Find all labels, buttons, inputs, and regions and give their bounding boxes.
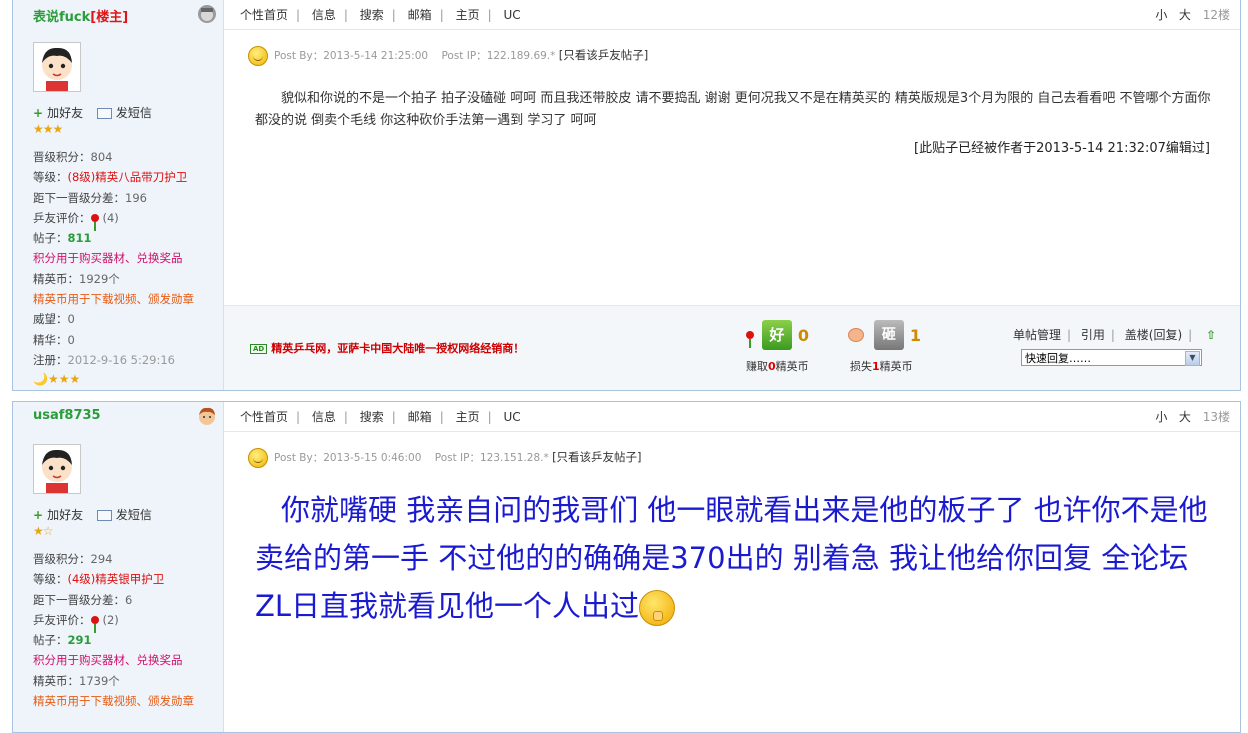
ad-link[interactable]: AD 精英乒乓网，亚萨卡中国大陆唯一授权网络经销商！ bbox=[250, 340, 524, 356]
coins-note-link[interactable]: 精英币用于下载视频、颁发勋章 bbox=[33, 691, 194, 711]
pig-icon bbox=[848, 328, 864, 342]
add-friend-icon: + bbox=[33, 106, 44, 120]
bad-vote: 砸1 损失1精英币 bbox=[848, 320, 921, 373]
font-small-button[interactable]: 小 bbox=[1155, 410, 1167, 424]
edited-note: [此贴子已经被作者于2013-5-14 21:32:07编辑过] bbox=[914, 141, 1210, 156]
post-content: 你就嘴硬 我亲自问的我哥们 他一眼就看出来是他的板子了 也许你不是他卖给的第一手… bbox=[255, 486, 1215, 630]
post-manage-link[interactable]: 单帖管理 bbox=[1013, 328, 1061, 342]
good-button[interactable]: 好 bbox=[761, 320, 792, 350]
nav-home[interactable]: 主页 bbox=[456, 8, 480, 22]
post-meta: Post By：2013-5-14 21:25:00 Post IP：122.1… bbox=[248, 46, 648, 66]
rank-stars: ★☆ bbox=[33, 524, 53, 538]
rose-icon bbox=[746, 331, 754, 348]
post-meta: Post By：2013-5-15 0:46:00 Post IP：123.15… bbox=[248, 448, 642, 468]
floor-number: 12楼 bbox=[1202, 8, 1230, 22]
good-count: 0 bbox=[797, 325, 809, 345]
user-face-icon bbox=[199, 407, 215, 425]
view-only-author-link[interactable]: [只看该乒友帖子] bbox=[552, 450, 641, 464]
good-vote: 好0 赚取0精英币 bbox=[746, 320, 809, 373]
nav-home[interactable]: 主页 bbox=[456, 410, 480, 424]
avatar[interactable] bbox=[33, 444, 81, 494]
username[interactable]: usaf8735 bbox=[33, 408, 101, 423]
nav-search[interactable]: 搜索 bbox=[360, 410, 384, 424]
add-friend-link[interactable]: 加好友 bbox=[47, 106, 83, 120]
quick-reply-select[interactable]: 快速回复…… ▼ bbox=[1021, 349, 1202, 366]
rank-stars: ★★★ bbox=[33, 122, 63, 136]
nav-profile[interactable]: 个性首页 bbox=[240, 8, 288, 22]
post-toolbar: 个性首页 | 信息 | 搜索 | 邮箱 | 主页 | UC 小 大 12楼 bbox=[224, 0, 1240, 30]
user-stats: 晋级积分：804 等级：(8级)精英八品带刀护卫 距下一晋级分差：196 乒友评… bbox=[33, 150, 194, 367]
nav-info[interactable]: 信息 bbox=[312, 410, 336, 424]
reply-link[interactable]: 盖楼(回复) bbox=[1125, 328, 1182, 342]
nav-search[interactable]: 搜索 bbox=[360, 8, 384, 22]
user-face-icon bbox=[198, 5, 216, 23]
coins-note-link[interactable]: 精英币用于下载视频、颁发勋章 bbox=[33, 289, 194, 309]
smile-icon bbox=[248, 46, 268, 66]
smile-icon bbox=[248, 448, 268, 468]
quote-link[interactable]: 引用 bbox=[1081, 328, 1105, 342]
add-friend-link[interactable]: 加好友 bbox=[47, 508, 83, 522]
post-admin-links: 单帖管理 | 引用 | 盖楼(回复) | ⇧ bbox=[1013, 328, 1217, 342]
user-sidebar: 表说fuck[楼主] + 加好友 发短信 ★★★ 晋级积分：804 等级：(8级)… bbox=[13, 0, 224, 390]
thinking-emoji-icon bbox=[639, 590, 676, 626]
font-small-button[interactable]: 小 bbox=[1155, 8, 1167, 22]
view-only-author-link[interactable]: [只看该乒友帖子] bbox=[559, 48, 648, 62]
post-toolbar: 个性首页 | 信息 | 搜索 | 邮箱 | 主页 | UC 小 大 13楼 bbox=[224, 402, 1240, 432]
nav-info[interactable]: 信息 bbox=[312, 8, 336, 22]
nav-mail[interactable]: 邮箱 bbox=[408, 410, 432, 424]
post-content: 貌似和你说的不是一个拍子 拍子没磕碰 呵呵 而且我还带胶皮 请不要捣乱 谢谢 更… bbox=[255, 91, 1211, 128]
nav-mail[interactable]: 邮箱 bbox=[408, 8, 432, 22]
op-tag: [楼主] bbox=[90, 10, 129, 25]
avatar[interactable] bbox=[33, 42, 81, 92]
mail-icon bbox=[96, 510, 112, 521]
user-sidebar: usaf8735 + 加好友 发短信 ★☆ 晋级积分：294 等级：(4级)精英银… bbox=[13, 402, 224, 732]
nav-uc[interactable]: UC bbox=[503, 410, 520, 424]
send-message-link[interactable]: 发短信 bbox=[116, 508, 152, 522]
floor-number: 13楼 bbox=[1202, 410, 1230, 424]
send-message-link[interactable]: 发短信 bbox=[116, 106, 152, 120]
add-friend-icon: + bbox=[33, 508, 44, 522]
user-stats: 晋级积分：294 等级：(4级)精英银甲护卫 距下一晋级分差：6 乒友评价： (2… bbox=[33, 549, 194, 711]
medal-icons: 🌙★★★ bbox=[33, 372, 81, 386]
nav-profile[interactable]: 个性首页 bbox=[240, 410, 288, 424]
points-note-link[interactable]: 积分用于购买器材、兑换奖品 bbox=[33, 650, 194, 670]
post-footer: AD 精英乒乓网，亚萨卡中国大陆唯一授权网络经销商！ 好0 赚取0精英币 砸1 损… bbox=[224, 305, 1240, 390]
user-nav: 个性首页 | 信息 | 搜索 | 邮箱 | 主页 | UC bbox=[240, 8, 521, 22]
rose-icon bbox=[90, 616, 99, 634]
ad-icon: AD bbox=[250, 344, 268, 354]
bad-button[interactable]: 砸 bbox=[873, 320, 904, 350]
font-large-button[interactable]: 大 bbox=[1179, 410, 1191, 424]
post-floor-13: usaf8735 + 加好友 发短信 ★☆ 晋级积分：294 等级：(4级)精英银… bbox=[12, 401, 1241, 733]
back-to-top-icon[interactable]: ⇧ bbox=[1206, 328, 1216, 342]
post-floor-12: 表说fuck[楼主] + 加好友 发短信 ★★★ 晋级积分：804 等级：(8级)… bbox=[12, 0, 1241, 391]
points-note-link[interactable]: 积分用于购买器材、兑换奖品 bbox=[33, 248, 194, 268]
chevron-down-icon: ▼ bbox=[1185, 351, 1200, 366]
font-large-button[interactable]: 大 bbox=[1179, 8, 1191, 22]
username[interactable]: 表说fuck[楼主] bbox=[33, 6, 128, 25]
mail-icon bbox=[96, 108, 112, 119]
nav-uc[interactable]: UC bbox=[503, 8, 520, 22]
bad-count: 1 bbox=[909, 325, 921, 345]
user-nav: 个性首页 | 信息 | 搜索 | 邮箱 | 主页 | UC bbox=[240, 410, 521, 424]
rose-icon bbox=[90, 214, 99, 232]
